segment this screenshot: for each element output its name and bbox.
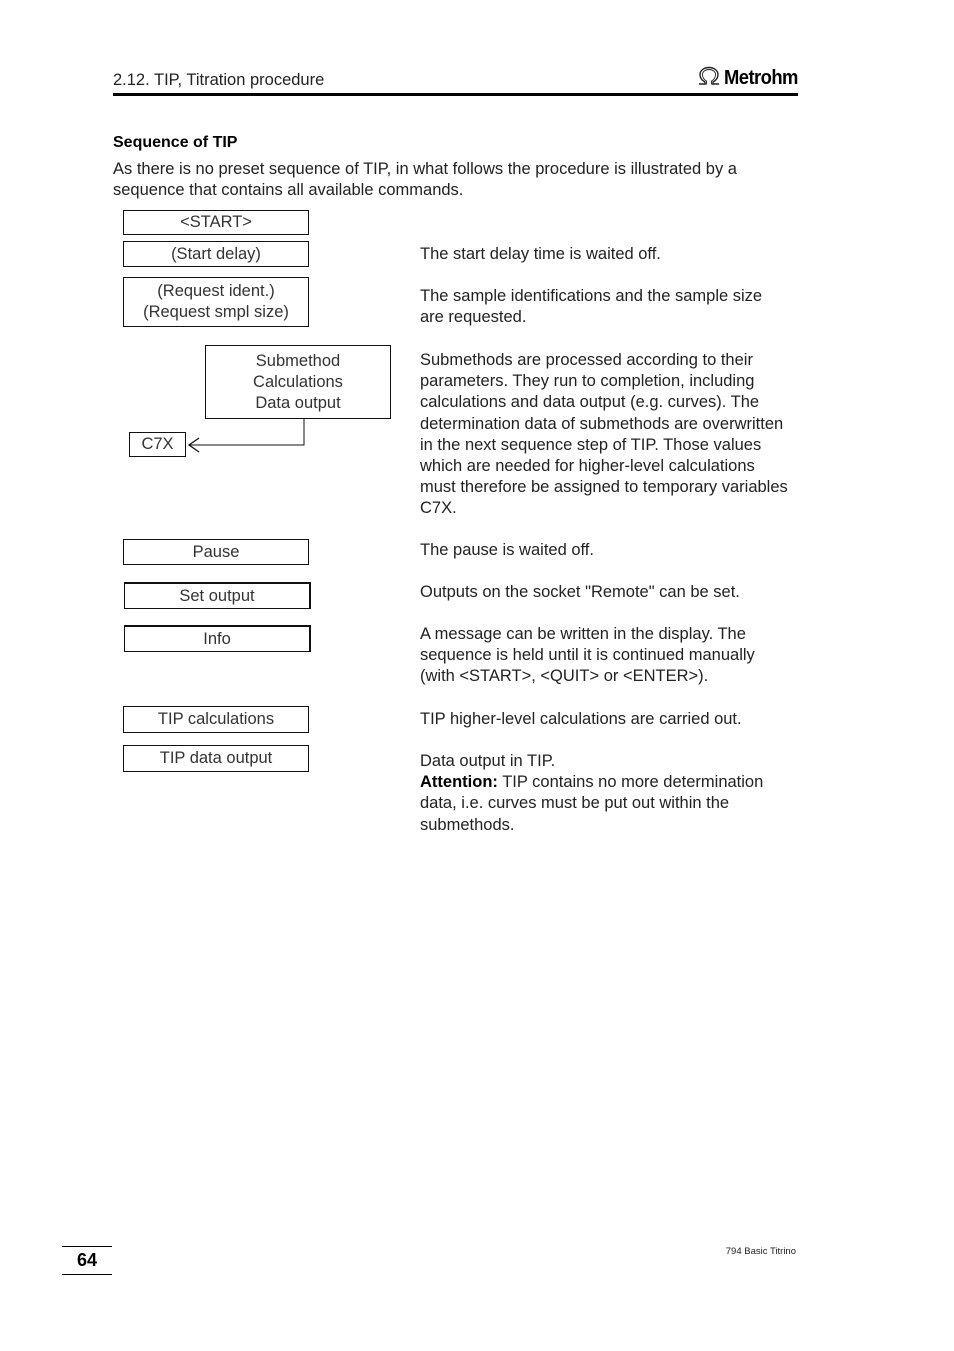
flow-box-label: Calculations <box>253 372 343 391</box>
flow-box-tip-data-output: TIP data output <box>123 745 309 772</box>
description-request: The sample identifications and the sampl… <box>420 287 763 327</box>
flow-box-start: <START> <box>123 210 309 235</box>
page-number: 64 <box>76 1250 98 1270</box>
flow-box-label: (Request smpl size) <box>143 303 289 321</box>
footer-rule-top <box>62 1246 112 1247</box>
flow-box-c7x: C7X <box>129 432 186 457</box>
flow-box-set-output: Set output <box>124 582 311 609</box>
description-tip-data-output-line: Data output in TIP. <box>420 752 556 770</box>
flow-box-label: TIP calculations <box>157 710 275 728</box>
description-pause: The pause is waited off. <box>420 541 594 559</box>
flow-box-tip-calculations: TIP calculations <box>123 706 309 733</box>
flow-box-pause: Pause <box>123 539 309 565</box>
description-info: A message can be written in the display.… <box>420 625 755 686</box>
flow-box-label: Set output <box>179 586 255 605</box>
description-set-output: Outputs on the socket "Remote" can be se… <box>420 583 740 601</box>
flow-box-label: Data output <box>255 393 341 412</box>
flow-box-label: TIP data output <box>159 749 273 767</box>
flow-box-info: Info <box>124 625 311 652</box>
flow-box-label: C7X <box>141 435 174 453</box>
flow-box-request: (Request ident.) (Request smpl size) <box>123 277 309 327</box>
flow-box-label: Info <box>203 629 231 648</box>
flow-box-label: Pause <box>192 542 240 561</box>
attention-note: Attention: TIP contains no more determin… <box>420 772 788 836</box>
flow-box-label: (Start delay) <box>171 244 261 263</box>
flow-box-start-delay: (Start delay) <box>123 241 309 267</box>
flow-box-label: (Request ident.) <box>157 282 275 300</box>
description-start-delay: The start delay time is waited off. <box>420 245 661 263</box>
flow-box-submethod: Submethod Calculations Data output <box>205 345 391 419</box>
flow-box-label: Submethod <box>255 351 341 370</box>
document-name: 794 Basic Titrino <box>725 1246 796 1257</box>
attention-label: Attention: <box>420 773 498 792</box>
description-submethod: Submethods are processed according to th… <box>420 351 788 518</box>
footer-rule-bottom <box>62 1274 112 1275</box>
description-tip-data-output: Data output in TIP. Attention: TIP conta… <box>420 751 800 836</box>
description-tip-calculations: TIP higher-level calculations are carrie… <box>420 710 742 728</box>
flow-box-label: <START> <box>180 213 252 231</box>
